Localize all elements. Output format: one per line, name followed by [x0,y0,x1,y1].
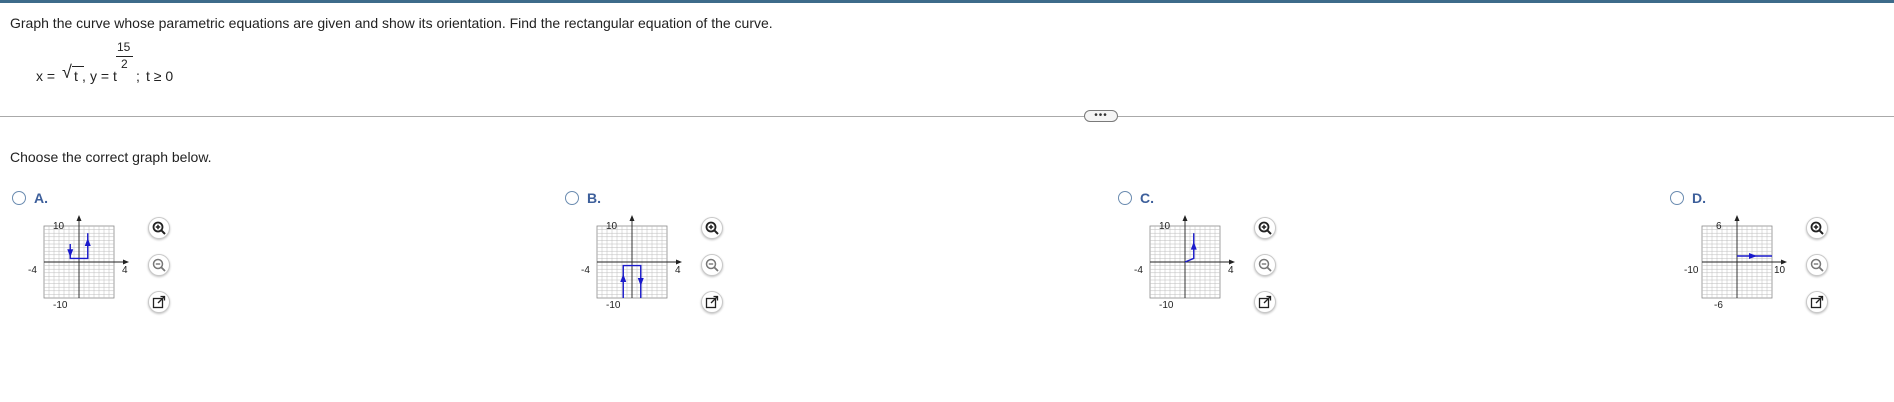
expand-icon [1810,295,1824,309]
x-max-label-a: 4 [122,265,128,276]
question-text: Graph the curve whose parametric equatio… [10,15,773,31]
x-axis-arrow-b [676,259,682,265]
x-min-label-d: -10 [1684,265,1699,276]
semicolon: ; [136,68,140,84]
x-equals: x = [36,68,56,84]
option-d[interactable]: D. -10 10 6 -6 [1670,190,1870,330]
option-letter-d: D. [1692,190,1706,206]
zoom-in-icon [1258,221,1272,235]
x-max-label-c: 4 [1228,265,1234,276]
y-axis-arrow-a [76,215,82,221]
radio-d[interactable] [1670,191,1684,205]
x-axis-arrow-a [123,259,129,265]
graph-b: -4 4 10 -10 [581,215,682,311]
expand-button-c[interactable] [1254,291,1276,313]
option-b[interactable]: B. -4 4 10 -10 [565,190,765,330]
x-min-label-a: -4 [28,265,37,276]
y-max-label-b: 10 [606,221,618,232]
radio-b[interactable] [565,191,579,205]
zoom-in-button-b[interactable] [701,217,723,239]
choose-prompt: Choose the correct graph below. [10,149,212,165]
zoom-out-icon [1258,258,1272,272]
condition: t ≥ 0 [146,68,174,84]
x-axis-arrow-c [1229,259,1235,265]
zoom-in-icon [705,221,719,235]
x-min-label-b: -4 [581,265,590,276]
expand-button-b[interactable] [701,291,723,313]
option-c[interactable]: C. -4 4 10 -10 [1118,190,1318,330]
sqrt-symbol: √ [62,62,72,82]
expand-icon [152,295,166,309]
exponent-denominator: 2 [121,57,128,71]
expand-button-d[interactable] [1806,291,1828,313]
top-accent-bar [0,0,1894,3]
option-letter-a: A. [34,190,48,206]
expand-more-button[interactable]: ••• [1084,110,1118,122]
y-min-label-c: -10 [1159,300,1174,311]
x-min-label-c: -4 [1134,265,1143,276]
y-equals: y = t [90,68,117,84]
zoom-in-button-a[interactable] [148,217,170,239]
y-axis-arrow-c [1182,215,1188,221]
zoom-out-button-b[interactable] [701,254,723,276]
comma: , [82,68,86,84]
section-divider [0,116,1894,117]
option-a[interactable]: A. -4 4 10 -10 [12,190,212,330]
zoom-out-icon [705,258,719,272]
sqrt-argument: t [74,68,78,84]
y-axis-arrow-d [1734,215,1740,221]
x-axis-arrow-d [1781,259,1787,265]
y-max-label-d: 6 [1716,221,1722,232]
y-min-label-d: -6 [1714,300,1723,311]
graph-c: -4 4 10 -10 [1134,215,1235,311]
graph-d: -10 10 6 -6 [1684,215,1787,311]
zoom-in-button-c[interactable] [1254,217,1276,239]
zoom-in-button-d[interactable] [1806,217,1828,239]
x-max-label-b: 4 [675,265,681,276]
expand-icon [1258,295,1272,309]
y-min-label-b: -10 [606,300,621,311]
y-max-label-a: 10 [53,221,65,232]
option-letter-b: B. [587,190,601,206]
radio-c[interactable] [1118,191,1132,205]
expand-button-a[interactable] [148,291,170,313]
exponent-numerator: 15 [117,40,131,54]
zoom-out-button-a[interactable] [148,254,170,276]
y-max-label-c: 10 [1159,221,1171,232]
zoom-out-icon [1810,258,1824,272]
radio-a[interactable] [12,191,26,205]
zoom-out-icon [152,258,166,272]
zoom-out-button-c[interactable] [1254,254,1276,276]
option-letter-c: C. [1140,190,1154,206]
y-axis-arrow-b [629,215,635,221]
zoom-in-icon [152,221,166,235]
expand-icon [705,295,719,309]
x-max-label-d: 10 [1774,265,1786,276]
zoom-out-button-d[interactable] [1806,254,1828,276]
sqrt-bar [72,66,84,67]
graph-a: -4 4 10 -10 [28,215,129,311]
zoom-in-icon [1810,221,1824,235]
y-min-label-a: -10 [53,300,68,311]
